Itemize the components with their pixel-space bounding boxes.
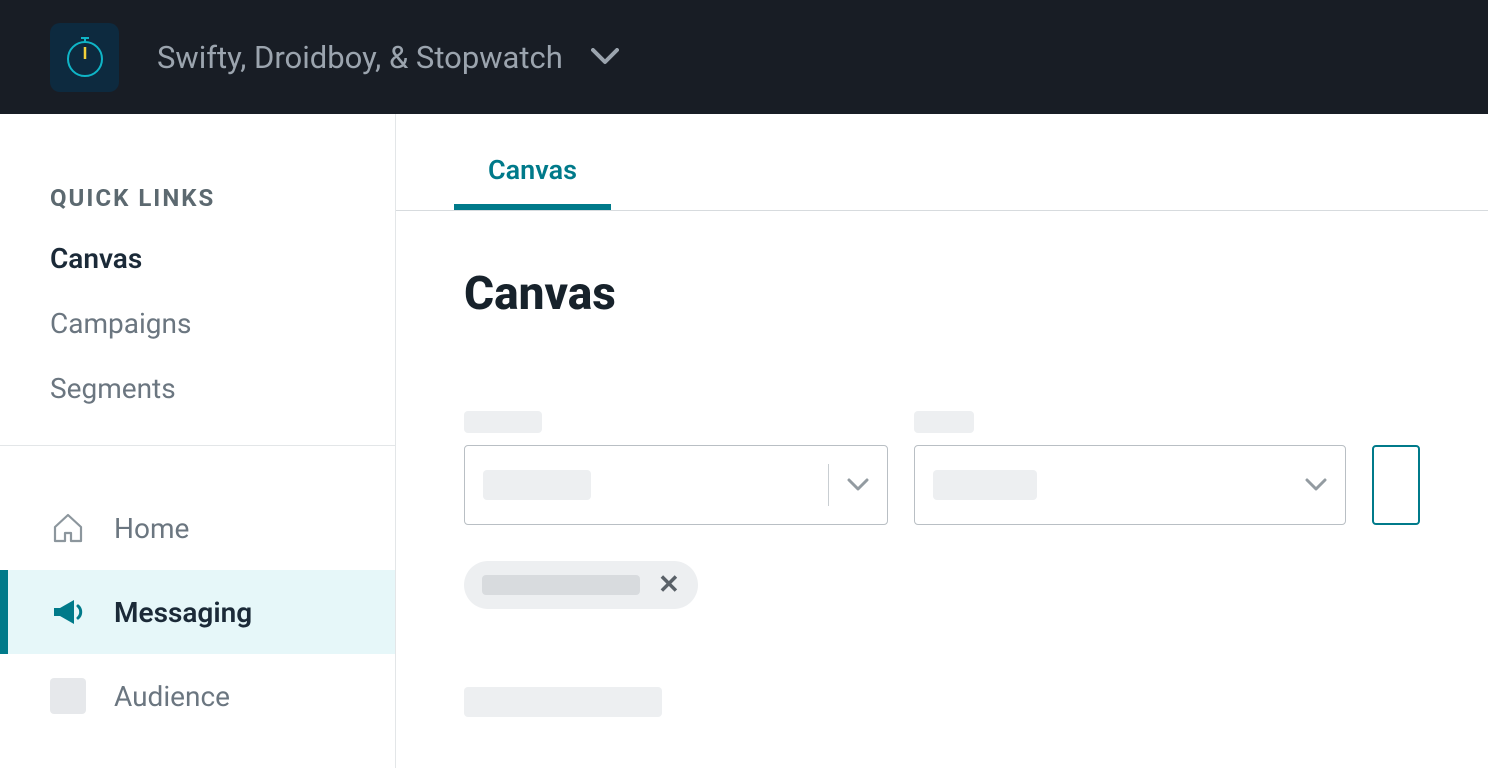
chevron-down-icon [1305, 478, 1327, 492]
content-area: Canvas Canvas [396, 114, 1488, 768]
app-header: Swifty, Droidboy, & Stopwatch [0, 0, 1488, 114]
nav-item-home[interactable]: Home [0, 486, 395, 570]
nav-section: Home Messaging Audience [0, 446, 395, 738]
chevron-down-icon [591, 48, 619, 66]
stopwatch-icon [63, 35, 107, 79]
nav-label: Audience [114, 680, 230, 713]
content-body: Canvas [396, 211, 1488, 773]
chip-row: ✕ [464, 561, 1420, 609]
page-title: Canvas [464, 267, 1420, 321]
skeleton-chip-text [482, 575, 640, 595]
filter-chip[interactable]: ✕ [464, 561, 698, 609]
filters-row [464, 411, 1420, 525]
skeleton-value [933, 470, 1037, 500]
megaphone-icon [50, 594, 86, 630]
tab-canvas[interactable]: Canvas [454, 114, 611, 210]
nav-item-audience[interactable]: Audience [0, 654, 395, 738]
nav-label: Messaging [114, 596, 252, 629]
quick-link-canvas[interactable]: Canvas [50, 242, 345, 275]
filter-group-2 [914, 411, 1346, 525]
nav-label: Home [114, 512, 189, 545]
skeleton-label [464, 411, 542, 433]
tabs-bar: Canvas [396, 114, 1488, 211]
nav-item-messaging[interactable]: Messaging [0, 570, 395, 654]
workspace-switcher[interactable]: Swifty, Droidboy, & Stopwatch [157, 39, 619, 76]
workspace-title: Swifty, Droidboy, & Stopwatch [157, 39, 563, 76]
filter-button-3[interactable] [1372, 445, 1420, 525]
quick-links-list: Canvas Campaigns Segments [50, 242, 345, 405]
filter-group-3 [1372, 411, 1420, 525]
home-icon [50, 510, 86, 546]
audience-icon [50, 678, 86, 714]
quick-link-campaigns[interactable]: Campaigns [50, 307, 345, 340]
divider [828, 464, 829, 506]
quick-links-heading: QUICK LINKS [50, 184, 345, 212]
close-icon[interactable]: ✕ [658, 572, 680, 598]
filter-group-1 [464, 411, 888, 525]
filter-select-1[interactable] [464, 445, 888, 525]
main-container: QUICK LINKS Canvas Campaigns Segments Ho… [0, 114, 1488, 768]
quick-link-segments[interactable]: Segments [50, 372, 345, 405]
quick-links-section: QUICK LINKS Canvas Campaigns Segments [0, 114, 395, 446]
sidebar: QUICK LINKS Canvas Campaigns Segments Ho… [0, 114, 396, 768]
filter-select-2[interactable] [914, 445, 1346, 525]
skeleton-value [483, 470, 591, 500]
chevron-down-icon [847, 478, 869, 492]
skeleton-block [464, 687, 662, 717]
app-logo [50, 23, 119, 92]
skeleton-label [914, 411, 974, 433]
spacer [1372, 411, 1420, 433]
